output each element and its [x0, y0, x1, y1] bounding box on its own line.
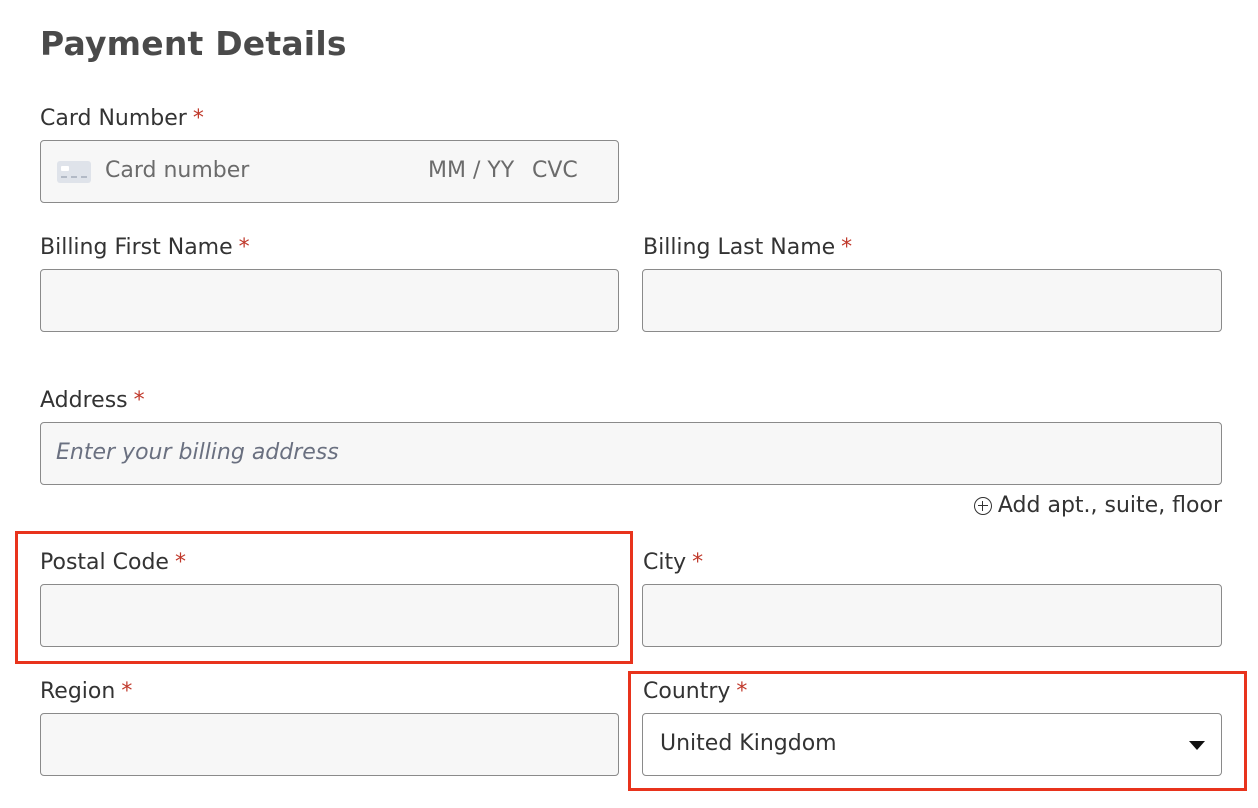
add-apt-suite-floor-label: Add apt., suite, floor: [997, 493, 1222, 518]
address-label: Address *: [40, 388, 145, 413]
first-name-label: Billing First Name *: [40, 235, 250, 260]
cvc-placeholder: CVC: [532, 158, 578, 183]
city-label: City *: [643, 550, 703, 575]
add-apt-suite-floor-link[interactable]: Add apt., suite, floor: [973, 493, 1222, 518]
region-label-text: Region: [40, 679, 116, 704]
credit-card-icon: [57, 161, 91, 183]
city-label-text: City: [643, 550, 687, 575]
required-marker: *: [692, 550, 704, 575]
payment-details-form: Payment Details Card Number * Card number…: [0, 0, 1258, 808]
required-marker: *: [133, 388, 145, 413]
required-marker: *: [121, 679, 133, 704]
address-field[interactable]: Enter your billing address: [40, 422, 1222, 485]
last-name-label-text: Billing Last Name: [643, 235, 836, 260]
required-marker: *: [192, 106, 204, 131]
card-number-label: Card Number *: [40, 106, 204, 131]
expiry-placeholder: MM / YY: [428, 158, 515, 183]
region-field[interactable]: [40, 713, 619, 776]
required-marker: *: [841, 235, 853, 260]
address-label-text: Address: [40, 388, 128, 413]
first-name-field[interactable]: [40, 269, 619, 332]
last-name-label: Billing Last Name *: [643, 235, 852, 260]
region-label: Region *: [40, 679, 132, 704]
last-name-field[interactable]: [642, 269, 1222, 332]
country-highlight: [628, 671, 1247, 791]
plus-circle-icon: [973, 496, 992, 515]
required-marker: *: [238, 235, 250, 260]
card-number-placeholder: Card number: [105, 158, 250, 183]
postal-code-highlight: [15, 531, 633, 664]
address-placeholder: Enter your billing address: [56, 440, 339, 465]
card-number-label-text: Card Number: [40, 106, 187, 131]
page-title: Payment Details: [40, 24, 347, 63]
card-number-field[interactable]: Card number MM / YY CVC: [40, 140, 619, 203]
first-name-label-text: Billing First Name: [40, 235, 233, 260]
city-field[interactable]: [642, 584, 1222, 647]
